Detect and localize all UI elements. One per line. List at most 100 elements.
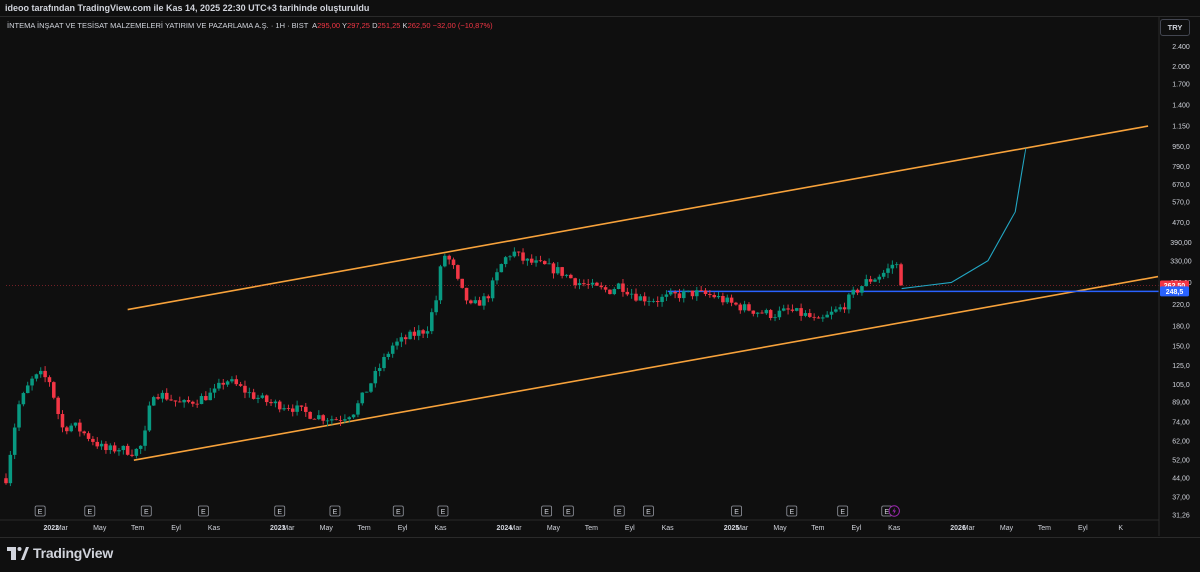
candle[interactable] xyxy=(642,292,647,306)
candle[interactable] xyxy=(334,417,338,421)
candle[interactable] xyxy=(247,387,252,398)
candle[interactable] xyxy=(277,399,282,413)
candle[interactable] xyxy=(881,269,886,280)
candle[interactable] xyxy=(890,260,895,274)
earnings-marker[interactable]: E xyxy=(613,505,625,517)
candle[interactable] xyxy=(143,425,147,451)
candle[interactable] xyxy=(412,327,417,340)
candle[interactable] xyxy=(260,392,265,399)
candle[interactable] xyxy=(151,395,156,406)
candle[interactable] xyxy=(825,311,829,318)
candle[interactable] xyxy=(338,415,343,427)
candle[interactable] xyxy=(208,387,212,401)
candle[interactable] xyxy=(47,375,52,387)
candle[interactable] xyxy=(768,308,773,321)
channel-upper-line[interactable] xyxy=(127,125,1149,311)
candle[interactable] xyxy=(556,262,560,275)
candle[interactable] xyxy=(773,314,777,322)
candle[interactable] xyxy=(629,288,634,299)
candle[interactable] xyxy=(386,351,391,360)
candle[interactable] xyxy=(599,282,604,290)
candle[interactable] xyxy=(443,253,447,268)
candle[interactable] xyxy=(729,294,734,307)
candle[interactable] xyxy=(451,257,456,269)
earnings-marker[interactable]: E xyxy=(329,505,341,517)
candle[interactable] xyxy=(569,273,573,279)
candle[interactable] xyxy=(104,441,108,454)
candle[interactable] xyxy=(304,402,308,417)
candle[interactable] xyxy=(821,314,825,322)
candle[interactable] xyxy=(616,282,621,290)
candle[interactable] xyxy=(108,443,113,454)
earnings-marker[interactable]: E xyxy=(197,505,209,517)
candle[interactable] xyxy=(221,378,226,390)
candle[interactable] xyxy=(634,288,638,302)
candle[interactable] xyxy=(299,405,304,411)
earnings-marker[interactable]: E xyxy=(731,505,742,517)
candle[interactable] xyxy=(317,410,321,421)
earnings-marker[interactable]: E xyxy=(84,505,96,517)
earnings-marker[interactable]: E xyxy=(562,505,574,517)
candle[interactable] xyxy=(395,338,399,350)
candle[interactable] xyxy=(264,394,269,406)
candle[interactable] xyxy=(356,400,360,418)
candle[interactable] xyxy=(117,447,121,456)
candle[interactable] xyxy=(538,255,543,263)
candle[interactable] xyxy=(382,353,386,372)
candle[interactable] xyxy=(234,375,239,387)
candle[interactable] xyxy=(860,285,864,296)
candle[interactable] xyxy=(456,264,460,281)
candle[interactable] xyxy=(269,399,273,406)
candle[interactable] xyxy=(134,448,139,459)
candle[interactable] xyxy=(790,304,795,313)
candle[interactable] xyxy=(777,306,782,320)
candle[interactable] xyxy=(812,313,816,321)
candle[interactable] xyxy=(590,278,595,288)
candle[interactable] xyxy=(182,399,186,408)
candle[interactable] xyxy=(595,281,599,287)
candle[interactable] xyxy=(603,285,608,293)
candle[interactable] xyxy=(712,292,716,299)
earnings-marker[interactable]: E xyxy=(34,505,46,517)
candle[interactable] xyxy=(751,310,756,317)
candle[interactable] xyxy=(808,308,812,318)
candle[interactable] xyxy=(638,293,643,301)
candle[interactable] xyxy=(899,262,903,286)
candle[interactable] xyxy=(138,445,143,455)
candle[interactable] xyxy=(612,287,617,296)
candle[interactable] xyxy=(434,295,438,316)
earnings-marker[interactable]: E xyxy=(274,505,286,517)
candle[interactable] xyxy=(690,290,695,300)
candle[interactable] xyxy=(30,376,34,391)
candle[interactable] xyxy=(438,264,443,305)
candle[interactable] xyxy=(217,378,221,391)
candle[interactable] xyxy=(529,254,534,266)
candle[interactable] xyxy=(121,445,126,455)
candle[interactable] xyxy=(868,275,873,284)
candle[interactable] xyxy=(855,288,860,296)
candle[interactable] xyxy=(460,278,464,289)
candle[interactable] xyxy=(17,400,21,432)
candle[interactable] xyxy=(668,288,673,296)
candle[interactable] xyxy=(786,304,790,315)
candle[interactable] xyxy=(490,277,495,302)
candle[interactable] xyxy=(695,286,699,301)
candle[interactable] xyxy=(25,381,30,394)
candle[interactable] xyxy=(225,380,230,387)
candle[interactable] xyxy=(512,247,517,258)
candle[interactable] xyxy=(8,451,13,487)
candle[interactable] xyxy=(238,381,243,387)
candle[interactable] xyxy=(186,396,191,404)
candle[interactable] xyxy=(38,367,43,378)
candle[interactable] xyxy=(212,383,217,399)
candle[interactable] xyxy=(60,410,65,433)
candle[interactable] xyxy=(447,254,451,265)
candle[interactable] xyxy=(282,404,286,411)
earnings-marker[interactable]: E xyxy=(140,505,152,517)
candle[interactable] xyxy=(256,394,260,404)
candle[interactable] xyxy=(482,293,486,310)
candle[interactable] xyxy=(716,291,721,299)
candle[interactable] xyxy=(416,325,421,341)
candle[interactable] xyxy=(794,307,799,312)
candle[interactable] xyxy=(321,414,325,425)
